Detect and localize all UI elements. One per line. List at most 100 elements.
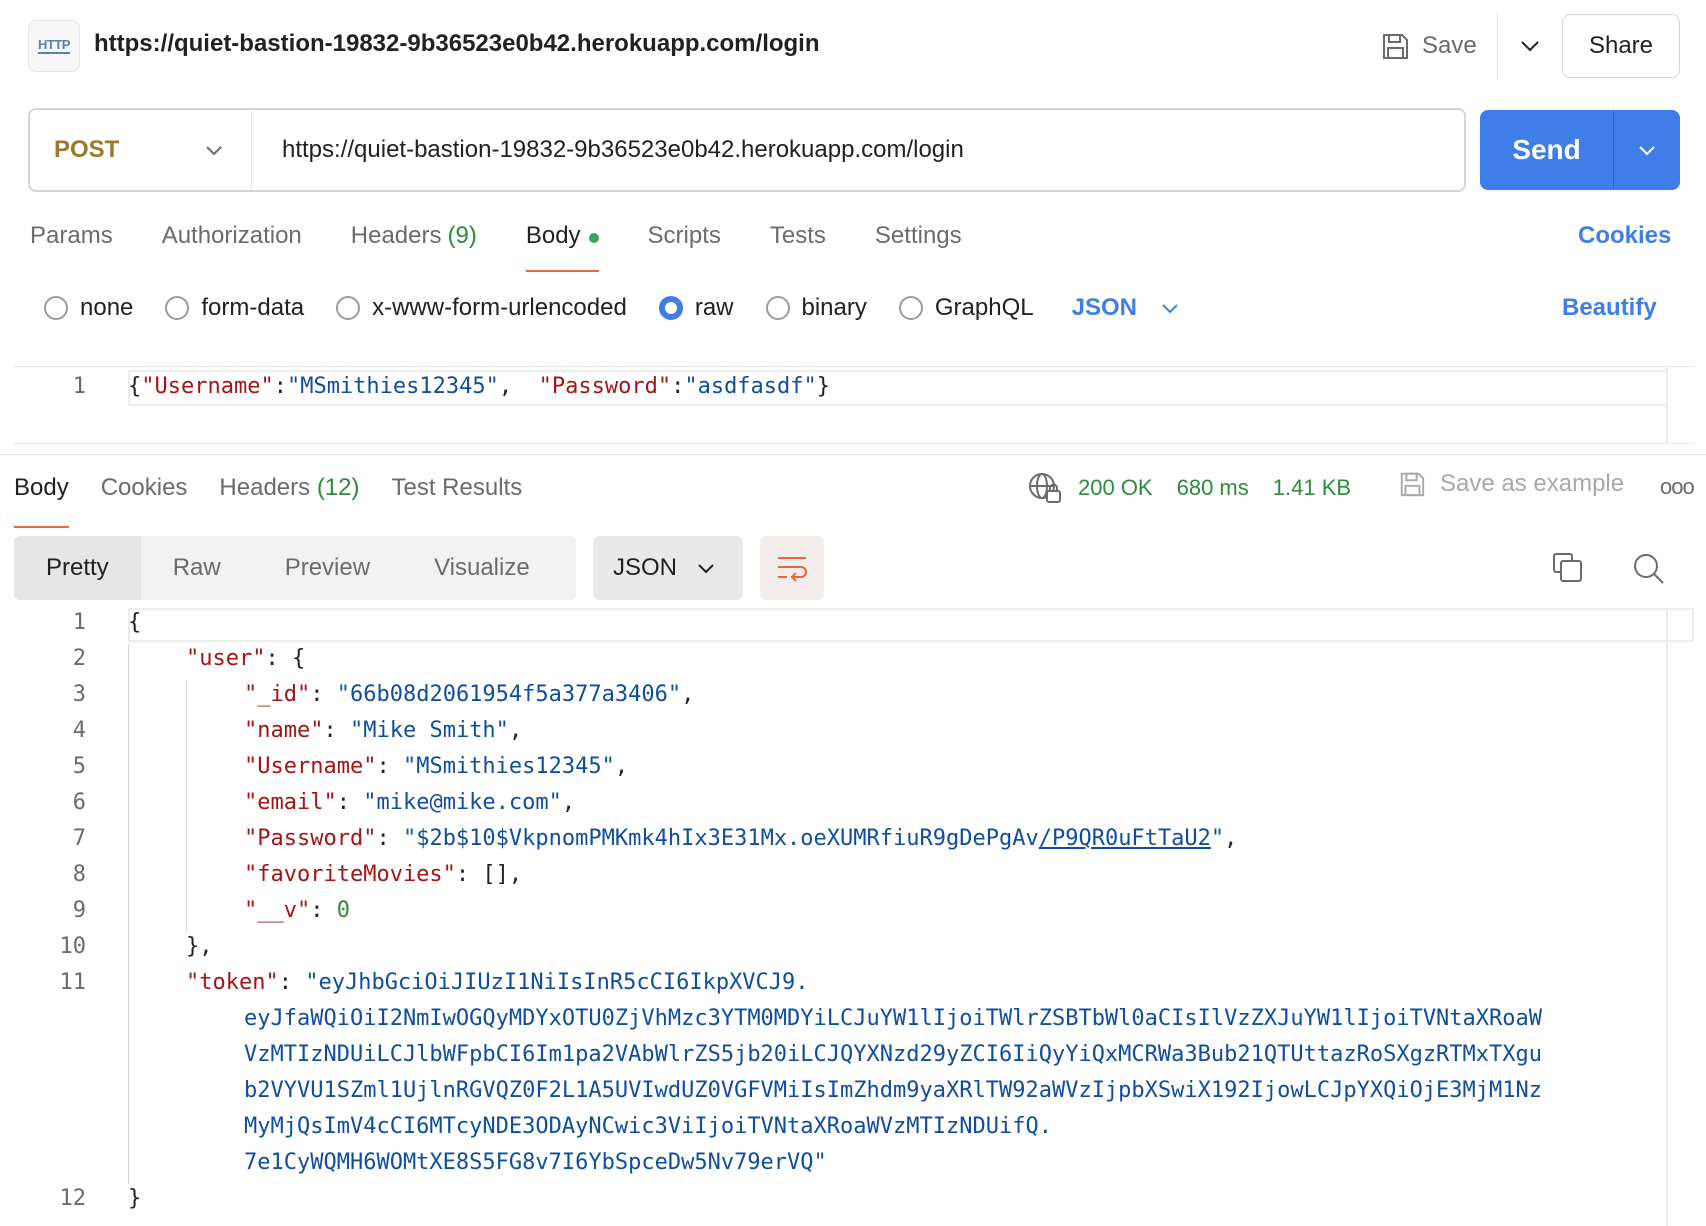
- status-code[interactable]: 200 OK: [1078, 475, 1153, 501]
- code-line: MyMjQsImV4cCI6MTcyNDE3ODAyNCwic3ViIjoiTV…: [244, 1114, 1052, 1139]
- request-tabs: Params Authorization Headers (9) Body Scr…: [30, 222, 1011, 272]
- copy-icon[interactable]: [1550, 550, 1586, 586]
- code-line: },: [186, 934, 213, 959]
- response-tab-cookies[interactable]: Cookies: [101, 474, 188, 520]
- code-line: eyJfaWQiOiI2NmIwOGQyMDYxOTU0ZjVhMzc3YTM0…: [244, 1006, 1543, 1031]
- url-bar: POST: [28, 108, 1466, 192]
- share-button[interactable]: Share: [1562, 14, 1680, 78]
- chevron-down-icon: [1521, 41, 1539, 52]
- code-line: }: [128, 1186, 142, 1211]
- response-tab-body[interactable]: Body: [14, 474, 69, 528]
- save-icon: [1383, 34, 1408, 59]
- cookies-link[interactable]: Cookies: [1578, 222, 1671, 250]
- chevron-down-icon: [698, 563, 714, 573]
- editor-scrollbar[interactable]: [1666, 366, 1668, 444]
- send-button-group: Send: [1480, 110, 1680, 190]
- code-line: "name": "Mike Smith",: [244, 718, 523, 743]
- save-button[interactable]: Save: [1380, 24, 1477, 68]
- more-options-icon[interactable]: ooo: [1660, 474, 1695, 500]
- body-modified-dot: [588, 233, 599, 243]
- radio-graphql[interactable]: GraphQL: [898, 294, 1034, 322]
- line-number: 3: [72, 682, 86, 707]
- tab-headers[interactable]: Headers (9): [351, 222, 477, 272]
- response-time[interactable]: 680 ms: [1177, 475, 1249, 501]
- view-raw[interactable]: Raw: [141, 536, 253, 600]
- indent-guide: [186, 680, 187, 932]
- indent-guide: [128, 644, 129, 1184]
- search-icon[interactable]: [1630, 550, 1666, 586]
- url-input[interactable]: [252, 136, 1464, 164]
- response-meta: 200 OK 680 ms 1.41 KB: [1028, 472, 1351, 504]
- method-label: POST: [54, 136, 120, 163]
- radio-button[interactable]: [336, 296, 361, 320]
- line-number: 5: [72, 754, 86, 779]
- send-options-dropdown[interactable]: [1614, 110, 1680, 190]
- save-icon: [1400, 472, 1425, 497]
- raw-format-select[interactable]: JSON: [1072, 294, 1179, 322]
- line-number: 10: [59, 934, 87, 959]
- tab-params[interactable]: Params: [30, 222, 113, 272]
- code-line: VzMTIzNDUiLCJlbWFpbCI6Im1pa2VAbWlrZS5jb2…: [244, 1042, 1543, 1067]
- tab-settings[interactable]: Settings: [875, 222, 962, 272]
- network-globe-icon[interactable]: [1028, 472, 1062, 504]
- radio-none[interactable]: none: [44, 294, 133, 322]
- view-pretty[interactable]: Pretty: [14, 536, 141, 600]
- view-preview[interactable]: Preview: [253, 536, 402, 600]
- line-number: 6: [72, 790, 86, 815]
- response-tab-headers[interactable]: Headers (12): [219, 474, 359, 520]
- tab-tests[interactable]: Tests: [770, 222, 826, 272]
- radio-form-data[interactable]: form-data: [165, 294, 304, 322]
- radio-x-www-form-urlencoded[interactable]: x-www-form-urlencoded: [336, 294, 627, 322]
- request-title[interactable]: https://quiet-bastion-19832-9b36523e0b42…: [94, 30, 820, 58]
- header-divider: [1497, 12, 1498, 78]
- code-line: "user": {: [186, 646, 306, 671]
- tab-body[interactable]: Body: [525, 222, 599, 272]
- chevron-down-icon: [1639, 145, 1655, 155]
- radio-binary[interactable]: binary: [765, 294, 867, 322]
- radio-raw[interactable]: raw: [658, 294, 734, 322]
- method-select[interactable]: POST: [30, 110, 252, 190]
- wrap-lines-icon: [778, 557, 807, 582]
- radio-button[interactable]: [44, 296, 68, 320]
- code-line: b2VYVU1SZml1UjlnRGVQZ0F2L1A5UVIwdUZ0VGFV…: [244, 1078, 1543, 1103]
- line-number: 7: [72, 826, 86, 851]
- response-tabs: Body Cookies Headers (12) Test Results: [14, 474, 554, 528]
- line-number: 4: [72, 718, 86, 743]
- code-line: "Username": "MSmithies12345",: [244, 754, 629, 779]
- tab-scripts[interactable]: Scripts: [648, 222, 721, 272]
- line-number: 1: [72, 610, 86, 635]
- headers-count: (9): [447, 222, 477, 249]
- code-line: 7e1CyWQMH6WOMtXE8S5FG8v7I6YbSpceDw5Nv79e…: [244, 1150, 827, 1175]
- code-line: "Password": "$2b$10$VkpnomPMKmk4hIx3E31M…: [244, 826, 1238, 851]
- send-button[interactable]: Send: [1480, 110, 1614, 190]
- chevron-down-icon: [1162, 303, 1178, 313]
- http-request-icon: HTTP: [28, 20, 80, 72]
- tab-authorization[interactable]: Authorization: [162, 222, 302, 272]
- line-number: 11: [59, 970, 87, 995]
- save-label: Save: [1422, 32, 1477, 59]
- chevron-down-icon: [206, 145, 222, 155]
- view-mode-segmented: Pretty Raw Preview Visualize: [14, 536, 576, 600]
- response-tab-test-results[interactable]: Test Results: [392, 474, 523, 520]
- line-number: 1: [72, 374, 86, 399]
- line-number: 9: [72, 898, 86, 923]
- word-wrap-button[interactable]: [760, 536, 824, 600]
- code-line: "_id": "66b08d2061954f5a377a3406",: [244, 682, 695, 707]
- body-type-options: none form-data x-www-form-urlencoded raw…: [44, 294, 1179, 322]
- radio-button[interactable]: [898, 296, 923, 320]
- radio-button[interactable]: [165, 296, 190, 320]
- beautify-button[interactable]: Beautify: [1562, 294, 1657, 322]
- save-options-dropdown[interactable]: [1508, 24, 1552, 68]
- request-body-code[interactable]: {"Username":"MSmithies12345", "Password"…: [128, 374, 830, 399]
- radio-button-checked[interactable]: [658, 296, 683, 320]
- line-number: 2: [72, 646, 86, 671]
- radio-button[interactable]: [765, 296, 790, 320]
- view-visualize[interactable]: Visualize: [402, 536, 562, 600]
- editor-scrollbar[interactable]: [1666, 608, 1668, 1226]
- save-as-example-button[interactable]: Save as example: [1398, 470, 1624, 498]
- response-format-select[interactable]: JSON: [593, 536, 743, 600]
- code-line: "__v": 0: [244, 898, 350, 923]
- line-number: 12: [59, 1186, 87, 1211]
- response-size[interactable]: 1.41 KB: [1273, 475, 1351, 501]
- code-line: "favoriteMovies": [],: [244, 862, 523, 887]
